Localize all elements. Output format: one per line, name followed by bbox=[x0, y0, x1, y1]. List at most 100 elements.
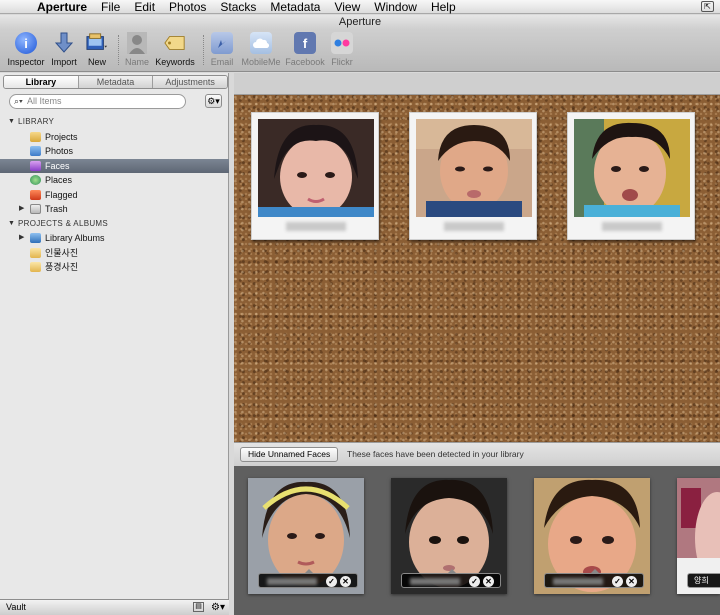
menu-aperture[interactable]: Aperture bbox=[37, 0, 87, 14]
facebook-button[interactable]: f Facebook bbox=[285, 32, 325, 67]
disclosure-triangle-icon[interactable]: ▶ bbox=[19, 202, 24, 216]
reject-x-icon[interactable]: ✕ bbox=[626, 576, 637, 587]
import-button[interactable]: Import bbox=[48, 32, 80, 67]
inspector-tabs: Library Metadata Adjustments bbox=[3, 75, 228, 89]
facebook-label: Facebook bbox=[285, 57, 325, 67]
menu-window[interactable]: Window bbox=[374, 0, 417, 14]
cloud-icon bbox=[250, 32, 272, 54]
sidebar-item-trash[interactable]: ▶ Trash bbox=[0, 202, 229, 217]
named-face-polaroid[interactable] bbox=[251, 112, 379, 240]
named-face-polaroid[interactable] bbox=[409, 112, 537, 240]
name-pointer bbox=[590, 569, 600, 574]
face-name-caption[interactable] bbox=[286, 222, 346, 231]
face-name-field[interactable]: ✓ ✕ bbox=[401, 569, 501, 588]
reject-x-icon[interactable]: ✕ bbox=[340, 576, 351, 587]
sidebar-item-label: Places bbox=[45, 175, 73, 185]
sidebar-item-label: Projects bbox=[45, 131, 78, 142]
library-section-label: LIBRARY bbox=[18, 117, 55, 126]
flickr-icon bbox=[331, 32, 353, 54]
face-photo bbox=[574, 119, 690, 217]
unnamed-faces-bar: Hide Unnamed Faces These faces have been… bbox=[234, 442, 720, 466]
sidebar-item-label: Library Albums bbox=[45, 233, 105, 243]
new-project-icon bbox=[86, 32, 108, 54]
menu-view[interactable]: View bbox=[334, 0, 360, 14]
inspector-button[interactable]: i Inspector bbox=[6, 32, 46, 67]
keywords-button[interactable]: Keywords bbox=[154, 32, 196, 67]
sidebar-item-library-albums[interactable]: ▶ Library Albums bbox=[0, 231, 229, 246]
toolbar-separator bbox=[118, 35, 119, 65]
hide-unnamed-faces-button[interactable]: Hide Unnamed Faces bbox=[240, 447, 339, 462]
face-name-caption[interactable] bbox=[602, 222, 662, 231]
face-name-caption[interactable] bbox=[444, 222, 504, 231]
gear-icon[interactable]: ⚙▾ bbox=[211, 600, 225, 615]
unnamed-face-tile[interactable]: ✓ ✕ bbox=[248, 478, 364, 594]
flickr-button[interactable]: Flickr bbox=[328, 32, 356, 67]
menu-metadata[interactable]: Metadata bbox=[270, 0, 320, 14]
facebook-icon: f bbox=[294, 32, 316, 54]
named-face-polaroid[interactable] bbox=[567, 112, 695, 240]
sidebar-item-landscape-album[interactable]: 풍경사진 bbox=[0, 260, 229, 275]
mobileme-button[interactable]: MobileMe bbox=[239, 32, 283, 67]
library-section-header[interactable]: ▼ LIBRARY bbox=[0, 115, 229, 130]
face-name-field[interactable]: ✓ ✕ bbox=[258, 569, 358, 588]
menu-edit[interactable]: Edit bbox=[134, 0, 155, 14]
name-button[interactable]: Name bbox=[122, 32, 152, 67]
library-inspector-panel: Library Metadata Adjustments ⌕▾ All Item… bbox=[0, 73, 229, 615]
gear-icon[interactable]: ⚙▾ bbox=[205, 94, 222, 108]
vault-label: Vault bbox=[6, 602, 26, 612]
keywords-label: Keywords bbox=[155, 57, 195, 67]
inspector-label: Inspector bbox=[7, 57, 45, 67]
projects-section-label: PROJECTS & ALBUMS bbox=[18, 218, 109, 228]
face-name-field[interactable]: 양희 bbox=[687, 573, 720, 588]
window-title: Aperture bbox=[0, 15, 720, 29]
project-icon bbox=[30, 262, 41, 272]
panel-bottom-bar: Vault ▤ ⚙▾ bbox=[0, 599, 229, 615]
disclosure-triangle-icon[interactable]: ▼ bbox=[8, 217, 15, 231]
tab-library[interactable]: Library bbox=[4, 76, 79, 88]
menu-help[interactable]: Help bbox=[431, 0, 456, 14]
menu-file[interactable]: File bbox=[101, 0, 120, 14]
menu-photos[interactable]: Photos bbox=[169, 0, 206, 14]
sidebar-item-projects[interactable]: Projects bbox=[0, 130, 229, 145]
reject-x-icon[interactable]: ✕ bbox=[483, 576, 494, 587]
unnamed-faces-message: These faces have been detected in your l… bbox=[347, 449, 524, 459]
import-arrow-icon bbox=[53, 32, 75, 54]
photos-icon bbox=[30, 146, 41, 156]
sidebar-item-faces[interactable]: Faces bbox=[0, 158, 229, 173]
sidebar-item-places[interactable]: Places bbox=[0, 173, 229, 188]
unnamed-face-tile[interactable]: ✓ ✕ bbox=[391, 478, 507, 594]
disclosure-triangle-icon[interactable]: ▶ bbox=[19, 231, 24, 245]
tab-metadata[interactable]: Metadata bbox=[78, 76, 154, 88]
sidebar-item-portrait-album[interactable]: 인물사진 bbox=[0, 246, 229, 261]
menu-stacks[interactable]: Stacks bbox=[220, 0, 256, 14]
tab-adjustments[interactable]: Adjustments bbox=[153, 76, 227, 88]
vault-icon[interactable]: ▤ bbox=[193, 602, 204, 612]
fullscreen-icon[interactable]: ⇱ bbox=[701, 1, 714, 12]
confirm-checkmark-icon[interactable]: ✓ bbox=[469, 576, 480, 587]
face-name-field[interactable]: ✓ ✕ bbox=[544, 569, 644, 588]
sidebar-item-label: Faces bbox=[45, 160, 70, 171]
globe-icon bbox=[30, 175, 41, 185]
info-icon: i bbox=[15, 32, 37, 54]
unnamed-face-tile[interactable]: 양희 bbox=[677, 478, 720, 594]
new-button[interactable]: New bbox=[82, 32, 112, 67]
projects-albums-section-header[interactable]: ▼ PROJECTS & ALBUMS bbox=[0, 217, 229, 232]
email-label: Email bbox=[210, 57, 234, 67]
email-button[interactable]: Email bbox=[207, 32, 237, 67]
sidebar-item-label: 인물사진 bbox=[45, 247, 79, 258]
face-photo bbox=[416, 119, 532, 217]
search-input[interactable]: ⌕▾ All Items bbox=[9, 94, 186, 109]
sidebar-item-photos[interactable]: Photos bbox=[0, 144, 229, 159]
unnamed-face-tile[interactable]: ✓ ✕ bbox=[534, 478, 650, 594]
confirm-checkmark-icon[interactable]: ✓ bbox=[612, 576, 623, 587]
confirm-checkmark-icon[interactable]: ✓ bbox=[326, 576, 337, 587]
name-text: 양희 bbox=[694, 576, 709, 585]
disclosure-triangle-icon[interactable]: ▼ bbox=[8, 115, 15, 129]
trash-icon bbox=[30, 204, 41, 214]
albums-folder-icon bbox=[30, 233, 41, 243]
corkboard bbox=[234, 95, 720, 442]
flag-icon bbox=[30, 189, 41, 200]
faces-icon bbox=[30, 160, 41, 171]
sidebar-item-flagged[interactable]: Flagged bbox=[0, 188, 229, 203]
email-stamp-icon bbox=[211, 32, 233, 54]
